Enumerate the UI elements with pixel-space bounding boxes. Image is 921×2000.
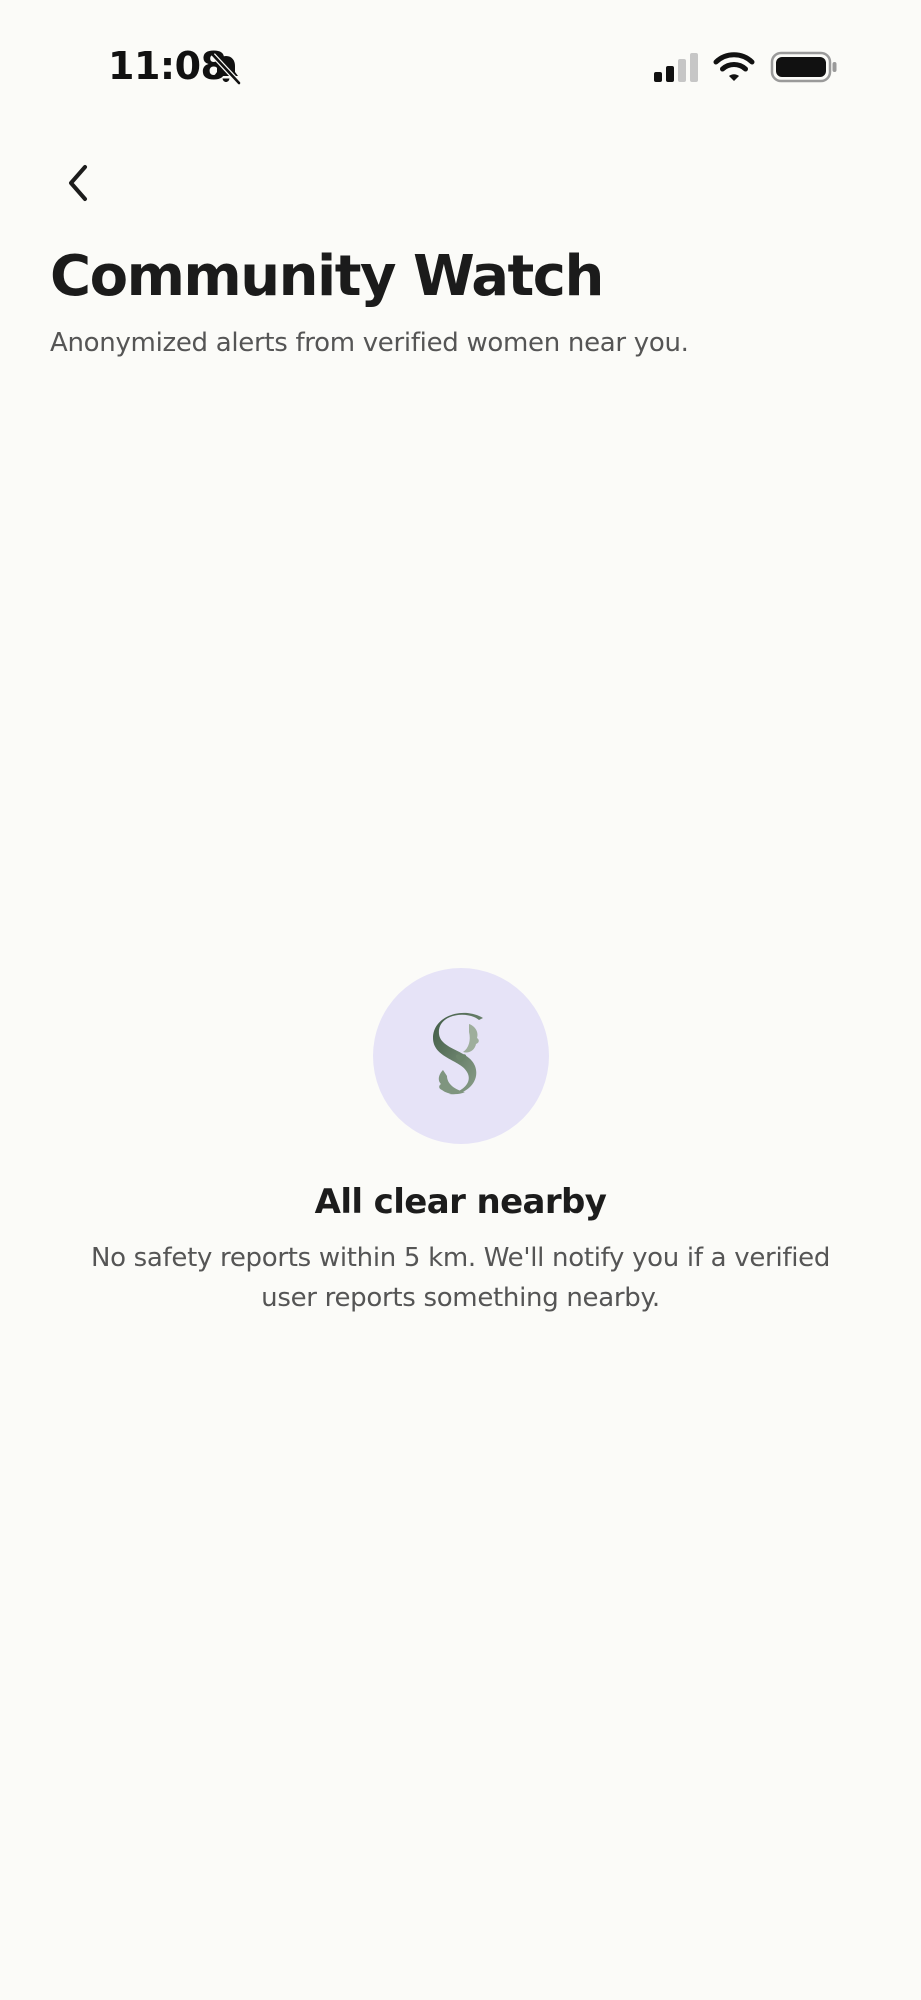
bell-slash-icon bbox=[211, 53, 241, 85]
community-watch-screen: 11:08 Community Watch Anonymized alerts … bbox=[0, 0, 921, 2000]
status-time: 11:08 bbox=[108, 44, 227, 88]
empty-state-title: All clear nearby bbox=[314, 1182, 607, 1222]
cellular-signal-icon bbox=[654, 53, 698, 82]
battery-icon bbox=[770, 51, 837, 83]
status-bar: 11:08 bbox=[0, 0, 921, 130]
app-logo-s-icon bbox=[432, 1012, 483, 1095]
empty-state-description: No safety reports within 5 km. We'll not… bbox=[90, 1243, 831, 1313]
chevron-left-icon bbox=[69, 165, 87, 201]
back-button[interactable] bbox=[50, 155, 106, 211]
page-subtitle: Anonymized alerts from verified women ne… bbox=[50, 328, 689, 358]
empty-state: All clear nearby No safety reports withi… bbox=[0, 968, 921, 1318]
app-logo-badge bbox=[372, 968, 549, 1144]
wifi-icon bbox=[713, 52, 755, 81]
page-title: Community Watch bbox=[50, 244, 604, 309]
